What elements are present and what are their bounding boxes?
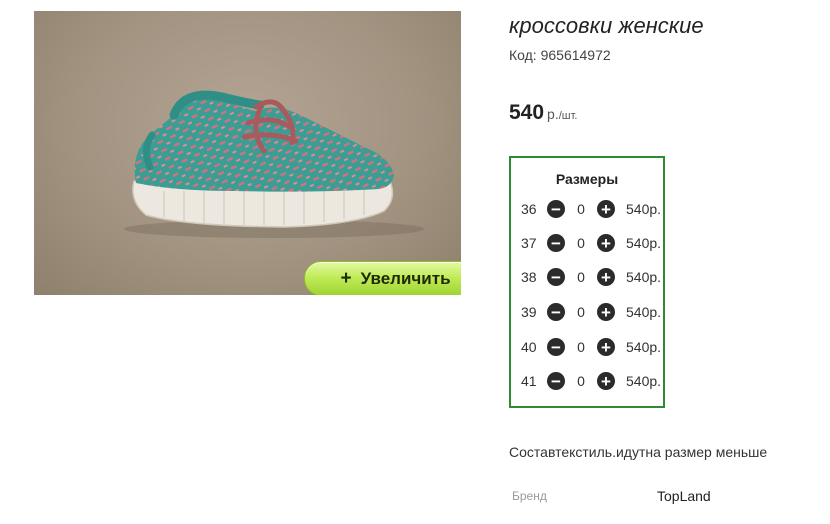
sizes-title: Размеры (555, 171, 619, 187)
plus-icon[interactable]: + (597, 234, 615, 252)
zoom-button-label: Увеличить (360, 268, 451, 288)
quantity-value: 0 (577, 201, 585, 217)
size-number: 37 (521, 235, 537, 251)
price-per-unit: /шт. (558, 110, 578, 122)
size-number: 41 (521, 373, 537, 389)
plus-icon[interactable]: + (597, 303, 615, 321)
product-price: 540 р./шт. (509, 101, 578, 125)
size-number: 40 (521, 339, 537, 355)
quantity-value: 0 (577, 269, 585, 285)
size-row-40: 40 − 0 + 540р. (521, 337, 661, 357)
size-number: 38 (521, 269, 537, 285)
plus-icon: + (340, 268, 352, 289)
price-currency: р. (547, 106, 559, 122)
size-row-36: 36 − 0 + 540р. (521, 199, 661, 219)
product-description: Составтекстиль.идутна размер меньше (509, 444, 768, 460)
sizes-panel: Размеры 36 − 0 + 540р. 37 − 0 + 540р. 38… (509, 156, 665, 408)
brand-label: Бренд (512, 489, 547, 503)
product-code: Код: 965614972 (509, 47, 611, 63)
minus-icon[interactable]: − (547, 303, 565, 321)
quantity-value: 0 (577, 304, 585, 320)
size-price: 540р. (626, 373, 662, 389)
size-price: 540р. (626, 269, 662, 285)
size-price: 540р. (626, 339, 662, 355)
minus-icon[interactable]: − (547, 234, 565, 252)
size-number: 39 (521, 304, 537, 320)
size-number: 36 (521, 201, 537, 217)
quantity-value: 0 (577, 339, 585, 355)
plus-icon[interactable]: + (597, 338, 615, 356)
plus-icon[interactable]: + (597, 268, 615, 286)
size-price: 540р. (626, 304, 662, 320)
product-title: кроссовки женские (509, 13, 704, 38)
plus-icon[interactable]: + (597, 372, 615, 390)
product-photo[interactable]: + Увеличить (34, 11, 461, 295)
quantity-value: 0 (577, 373, 585, 389)
quantity-value: 0 (577, 235, 585, 251)
size-price: 540р. (626, 201, 662, 217)
size-row-41: 41 − 0 + 540р. (521, 371, 661, 391)
size-row-39: 39 − 0 + 540р. (521, 302, 661, 322)
minus-icon[interactable]: − (547, 338, 565, 356)
price-amount: 540 (509, 101, 545, 124)
minus-icon[interactable]: − (547, 372, 565, 390)
brand-value[interactable]: TopLand (657, 488, 711, 504)
minus-icon[interactable]: − (547, 200, 565, 218)
size-row-38: 38 − 0 + 540р. (521, 267, 661, 287)
sneaker-image (124, 90, 424, 238)
size-price: 540р. (626, 235, 662, 251)
size-row-37: 37 − 0 + 540р. (521, 233, 661, 253)
zoom-button[interactable]: + Увеличить (304, 261, 461, 295)
minus-icon[interactable]: − (547, 268, 565, 286)
plus-icon[interactable]: + (597, 200, 615, 218)
